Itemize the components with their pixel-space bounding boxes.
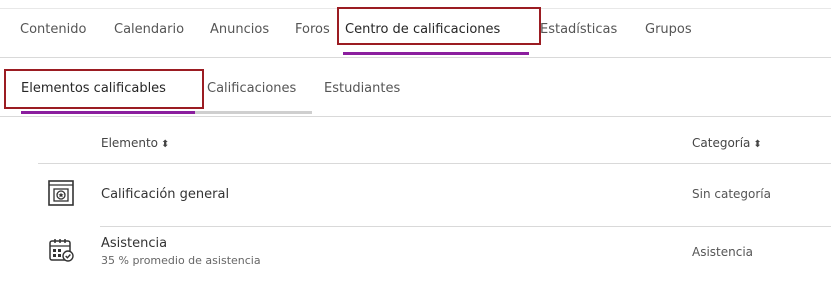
column-header-item-label: Elemento bbox=[101, 136, 159, 150]
subtab-estudiantes[interactable]: Estudiantes bbox=[324, 79, 400, 99]
active-subtab-indicator bbox=[21, 111, 195, 114]
tab-foros[interactable]: Foros bbox=[295, 20, 330, 40]
row-title[interactable]: Calificación general bbox=[101, 187, 229, 202]
overall-grade-icon bbox=[48, 180, 74, 206]
active-tab-indicator bbox=[343, 52, 529, 55]
gradebook-subnav: Elementos calificables Calificaciones Es… bbox=[0, 58, 831, 118]
row-category: Sin categoría bbox=[692, 187, 771, 201]
course-nav: Contenido Calendario Anuncios Foros Cent… bbox=[0, 0, 831, 58]
table-row[interactable]: Asistencia 35 % promedio de asistencia A… bbox=[0, 227, 831, 277]
subnav-track bbox=[195, 111, 312, 114]
subnav-divider bbox=[0, 116, 831, 117]
tab-contenido[interactable]: Contenido bbox=[20, 20, 86, 40]
column-header-item[interactable]: Elemento ⬍ bbox=[101, 136, 169, 150]
tab-anuncios[interactable]: Anuncios bbox=[210, 20, 269, 40]
subtab-calificaciones[interactable]: Calificaciones bbox=[207, 79, 296, 99]
attendance-calendar-icon bbox=[48, 237, 74, 263]
sort-icon: ⬍ bbox=[161, 139, 170, 150]
tab-grupos[interactable]: Grupos bbox=[645, 20, 692, 40]
table-header: Elemento ⬍ Categoría ⬍ bbox=[0, 132, 831, 156]
tab-calendario[interactable]: Calendario bbox=[114, 20, 184, 40]
row-category: Asistencia bbox=[692, 245, 754, 259]
highlight-box-gradebook-tab bbox=[337, 7, 541, 45]
sort-icon: ⬍ bbox=[753, 139, 762, 150]
table-row[interactable]: Calificación general Sin categoría bbox=[0, 164, 831, 226]
tab-estadisticas[interactable]: Estadísticas bbox=[540, 20, 617, 40]
column-header-category-label: Categoría bbox=[692, 136, 751, 150]
row-subtitle: 35 % promedio de asistencia bbox=[101, 254, 261, 267]
highlight-box-gradable-items-tab bbox=[4, 69, 204, 109]
column-header-category[interactable]: Categoría ⬍ bbox=[692, 136, 762, 150]
row-title[interactable]: Asistencia bbox=[101, 236, 167, 251]
